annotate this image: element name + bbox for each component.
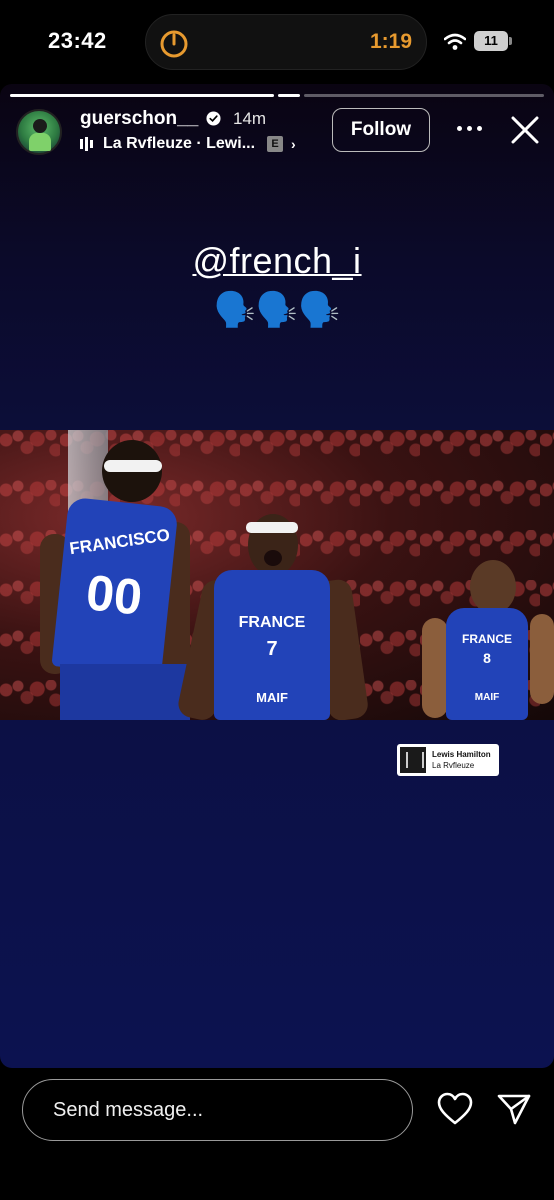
player-left-number: 00 [83,564,145,626]
chevron-right-icon: › [291,136,296,152]
player-right-sponsor: MAIF [474,692,500,703]
timer-icon [160,30,188,58]
player-left-jersey: FRANCISCO 00 [51,496,179,678]
explicit-badge: E [267,136,284,152]
open-mouth [264,550,282,566]
sticker-artist: La Rvfleuze [432,761,475,770]
music-bars-icon [80,137,93,151]
story-photo: FRANCISCO 00 FRANCE 7 MAIF FRANCE 8 MAIF [0,430,554,720]
send-message-input[interactable] [22,1079,413,1141]
sticker-song-title: Lewis Hamilton [432,750,491,759]
follow-button[interactable]: Follow [332,108,430,152]
player-right-arm [422,618,448,718]
battery-icon: 11 [474,31,512,51]
timer-text: 1:19 [369,30,412,53]
music-attribution[interactable]: La Rvfleuze · Lewi... E › [80,135,296,153]
dynamic-island[interactable]: 1:19 [145,14,427,70]
mention-sticker[interactable]: @french_i [0,240,554,282]
progress-segment-active [278,94,300,97]
player-center-number: 7 [266,638,278,660]
story-view[interactable]: guerschon__ 14m La Rvfleuze · Lewi... E … [0,84,554,1068]
music-label: La Rvfleuze · Lewi... [103,135,256,152]
progress-segment [10,94,274,97]
player-left-name: FRANCISCO [68,525,171,559]
username[interactable]: guerschon__ [80,108,198,130]
player-center-team: FRANCE [238,614,306,631]
headband [104,460,162,472]
player-center-jersey: FRANCE 7 MAIF [214,570,330,720]
player-left: FRANCISCO 00 [40,436,200,720]
story-progress [10,94,544,97]
close-icon[interactable] [508,113,542,147]
player-left-shorts [60,664,190,720]
story-header: guerschon__ 14m La Rvfleuze · Lewi... E … [0,106,554,162]
player-right-arm [530,614,554,704]
player-right: FRANCE 8 MAIF [422,560,554,720]
post-age: 14m [233,109,267,128]
more-options-icon[interactable] [452,118,486,138]
mention-text[interactable]: @french_i [192,240,361,281]
progress-segment-remaining [304,94,544,97]
player-center-sponsor: MAIF [256,690,288,705]
emoji-row: 🗣️🗣️🗣️ [213,291,341,329]
player-right-number: 8 [483,650,491,666]
heart-icon[interactable] [437,1092,473,1126]
player-right-head [470,560,516,614]
avatar[interactable] [16,109,62,155]
player-right-team: FRANCE [462,632,512,646]
player-center: FRANCE 7 MAIF [175,514,370,720]
player-right-jersey: FRANCE 8 MAIF [446,608,528,720]
wifi-icon [444,33,466,50]
status-bar: 23:42 1:19 11 [0,0,554,84]
headband [246,522,298,533]
send-icon[interactable] [496,1092,532,1126]
music-sticker[interactable]: Lewis Hamilton La Rvfleuze [397,744,499,776]
album-art [400,747,426,773]
verified-badge-icon [206,111,221,126]
status-time: 23:42 [48,28,107,53]
